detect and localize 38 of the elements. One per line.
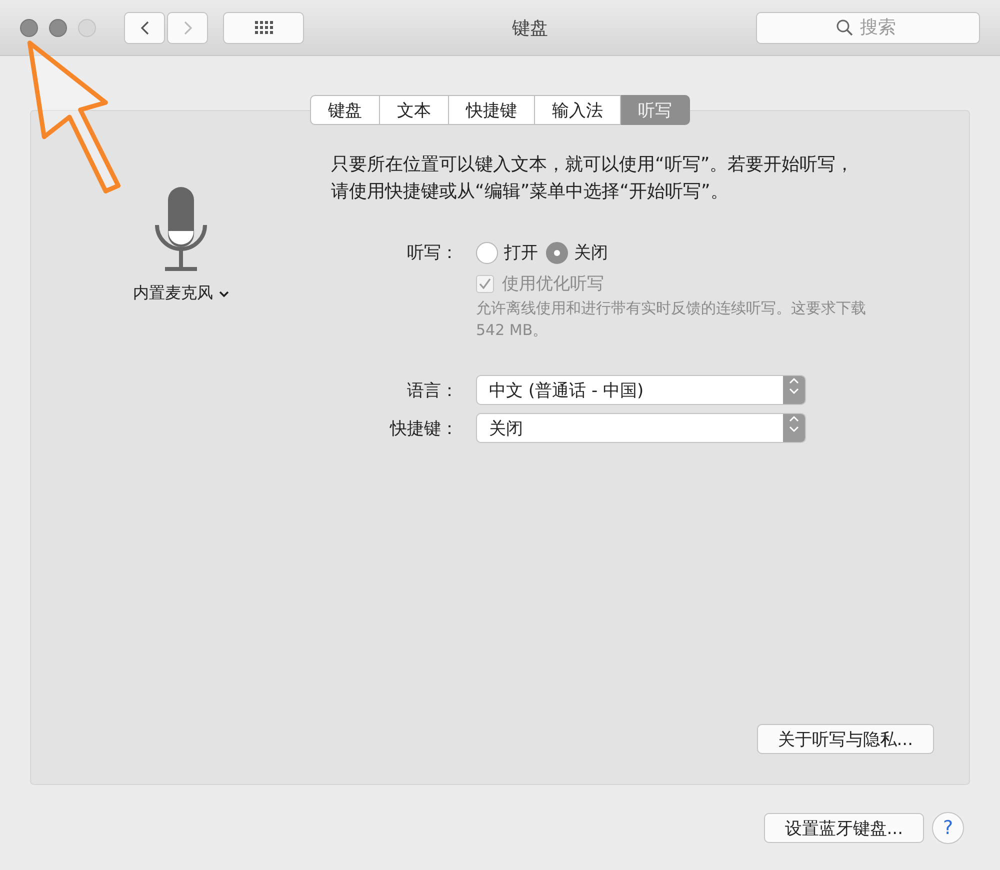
window-title: 键盘: [511, 16, 549, 40]
search-input[interactable]: 搜索: [860, 17, 900, 38]
back-button[interactable]: [124, 12, 165, 44]
show-all-button[interactable]: [223, 12, 304, 44]
microphone-icon: [153, 187, 209, 271]
checkmark-icon: [479, 278, 491, 289]
search-field[interactable]: 搜索: [756, 12, 980, 44]
privacy-button[interactable]: 关于听写与隐私...: [756, 724, 934, 754]
stepper-icon: [783, 414, 805, 442]
forward-icon: [182, 20, 194, 36]
radio-button[interactable]: [546, 242, 568, 264]
stepper-icon: [783, 376, 805, 404]
chevron-down-icon: [219, 290, 229, 298]
dropdown[interactable]: 中文 (普通话 - 中国): [476, 375, 806, 405]
window-control-button[interactable]: [49, 18, 67, 36]
tab[interactable]: 文本: [380, 95, 449, 125]
radio-option[interactable]: 打开: [476, 241, 538, 264]
tab[interactable]: 键盘: [310, 95, 380, 125]
field-label: 快捷键：: [388, 418, 458, 440]
radio-option[interactable]: 关闭: [546, 241, 608, 264]
field-label: 语言：: [406, 380, 458, 402]
help-button[interactable]: ?: [932, 812, 964, 844]
checkbox-label: 使用优化听写: [502, 273, 604, 295]
tab[interactable]: 快捷键: [449, 95, 535, 125]
dropdown[interactable]: 关闭: [476, 413, 806, 443]
description-text: 只要所在位置可以键入文本，就可以使用“听写”。若要开始听写，请使用快捷键或从“编辑”菜单中选择“开始听写”。: [331, 153, 855, 204]
note-text: 允许离线使用和进行带有实时反馈的连续听写。这要求下载 542 MB。: [476, 298, 867, 341]
field-label: 听写：: [406, 242, 458, 264]
window-control-button[interactable]: [20, 18, 38, 36]
grid-icon: [254, 21, 272, 34]
search-icon: [836, 18, 854, 36]
radio-label: 关闭: [574, 242, 608, 264]
back-icon: [138, 20, 150, 36]
radio-label: 打开: [504, 242, 538, 264]
microphone-menu[interactable]: 内置麦克风: [133, 283, 229, 304]
bluetooth-button[interactable]: 设置蓝牙键盘...: [764, 813, 924, 843]
radio-button[interactable]: [476, 242, 498, 264]
tab[interactable]: 输入法: [535, 95, 621, 125]
